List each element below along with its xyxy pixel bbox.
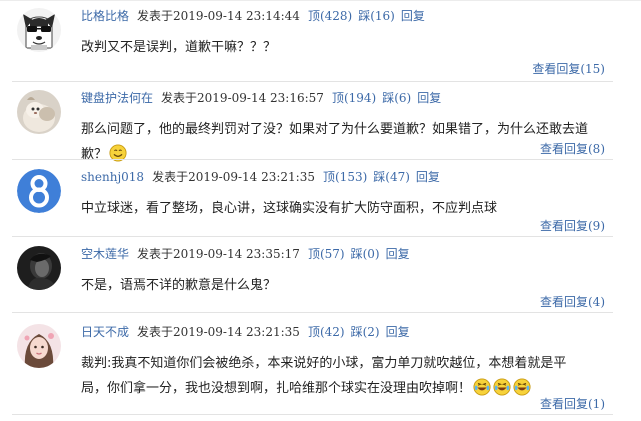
comment-text: 中立球迷，看了整场，良心讲，这球确实没有扩大防守面积，不应判点球 xyxy=(81,196,591,221)
comment-item: 日天不成 发表于2019-09-14 23:21:35 顶(42) 踩(2) 回复 裁判… xyxy=(0,318,641,421)
comment-divider xyxy=(12,236,613,237)
comment-username[interactable]: shenhj018 xyxy=(81,170,144,184)
top-border xyxy=(0,0,641,1)
comment-timestamp: 2019-09-14 23:35:17 xyxy=(173,247,300,261)
reply-button[interactable]: 回复 xyxy=(401,9,425,23)
reply-button[interactable]: 回复 xyxy=(386,247,410,261)
comment-timestamp: 2019-09-14 23:21:35 xyxy=(188,170,315,184)
reply-button[interactable]: 回复 xyxy=(416,170,440,184)
view-replies-link[interactable]: 查看回复(15) xyxy=(532,61,605,77)
comment-meta: shenhj018 发表于2019-09-14 23:21:35 顶(153) 踩(4… xyxy=(81,168,440,186)
animal-photo-avatar-icon[interactable] xyxy=(17,90,61,134)
husky-avatar-icon[interactable] xyxy=(17,8,61,52)
upvote-button[interactable]: 顶(194) xyxy=(332,91,376,105)
view-replies-link[interactable]: 查看回复(4) xyxy=(540,294,605,310)
comment-divider xyxy=(12,312,613,313)
downvote-button[interactable]: 踩(2) xyxy=(351,325,380,339)
posted-at-label: 发表于 xyxy=(137,9,174,23)
upvote-button[interactable]: 顶(57) xyxy=(308,247,345,261)
comment-divider xyxy=(12,81,613,82)
comment-timestamp: 2019-09-14 23:21:35 xyxy=(173,325,300,339)
comment-username[interactable]: 键盘护法何在 xyxy=(81,91,153,105)
upvote-button[interactable]: 顶(153) xyxy=(323,170,367,184)
number-eight-avatar-icon[interactable] xyxy=(17,169,61,213)
laugh-cry-emoji-icon xyxy=(473,378,491,396)
comment-meta: 键盘护法何在 发表于2019-09-14 23:16:57 顶(194) 踩(6) 回复 xyxy=(81,89,441,107)
downvote-button[interactable]: 踩(47) xyxy=(373,170,410,184)
comment-timestamp: 2019-09-14 23:16:57 xyxy=(197,91,324,105)
comment-item: 比格比格 发表于2019-09-14 23:14:44 顶(428) 踩(16) 回复 … xyxy=(0,2,641,84)
comment-timestamp: 2019-09-14 23:14:44 xyxy=(173,9,300,23)
comment-item: 空木莲华 发表于2019-09-14 23:35:17 顶(57) 踩(0) 回复 不是… xyxy=(0,240,641,316)
comment-divider xyxy=(12,414,613,415)
upvote-button[interactable]: 顶(428) xyxy=(308,9,352,23)
comment-text-body: 中立球迷，看了整场，良心讲，这球确实没有扩大防守面积，不应判点球 xyxy=(81,201,498,216)
comment-username[interactable]: 比格比格 xyxy=(81,9,129,23)
downvote-button[interactable]: 踩(16) xyxy=(358,9,395,23)
posted-at-label: 发表于 xyxy=(161,91,198,105)
laugh-cry-emoji-icon xyxy=(493,378,511,396)
downvote-button[interactable]: 踩(6) xyxy=(382,91,411,105)
comment-text-body: 那么问题了，他的最终判罚对了没？如果对了为什么要道歉？如果错了，为什么还敢去道歉… xyxy=(81,122,589,162)
comment-item: shenhj018 发表于2019-09-14 23:21:35 顶(153) 踩(4… xyxy=(0,163,641,239)
view-replies-link[interactable]: 查看回复(9) xyxy=(540,218,605,234)
comment-text: 不是，语焉不详的歉意是什么鬼？ xyxy=(81,273,591,298)
reply-button[interactable]: 回复 xyxy=(386,325,410,339)
comment-username[interactable]: 日天不成 xyxy=(81,325,129,339)
comment-meta: 日天不成 发表于2019-09-14 23:21:35 顶(42) 踩(2) 回复 xyxy=(81,323,410,341)
girl-portrait-avatar-icon[interactable] xyxy=(17,324,61,368)
comment-meta: 空木莲华 发表于2019-09-14 23:35:17 顶(57) 踩(0) 回复 xyxy=(81,245,410,263)
downvote-button[interactable]: 踩(0) xyxy=(351,247,380,261)
posted-at-label: 发表于 xyxy=(152,170,189,184)
comment-meta: 比格比格 发表于2019-09-14 23:14:44 顶(428) 踩(16) 回复 xyxy=(81,7,425,25)
view-replies-link[interactable]: 查看回复(1) xyxy=(540,396,605,412)
upvote-button[interactable]: 顶(42) xyxy=(308,325,345,339)
comment-text-body: 不是，语焉不详的歉意是什么鬼？ xyxy=(81,278,277,293)
dark-portrait-avatar-icon[interactable] xyxy=(17,246,61,290)
view-replies-link[interactable]: 查看回复(8) xyxy=(540,141,605,157)
posted-at-label: 发表于 xyxy=(137,247,174,261)
comment-username[interactable]: 空木莲华 xyxy=(81,247,129,261)
laugh-cry-emoji-icon xyxy=(513,378,531,396)
posted-at-label: 发表于 xyxy=(137,325,174,339)
comment-item: 键盘护法何在 发表于2019-09-14 23:16:57 顶(194) 踩(6) 回复… xyxy=(0,84,641,162)
comment-text: 改判又不是误判，道歉干嘛？？？ xyxy=(81,35,591,60)
comment-text: 裁判:我真不知道你们会被绝杀，本来说好的小球，富力单刀就吹越位，本想着就是平局，… xyxy=(81,351,581,401)
comment-divider xyxy=(12,159,613,160)
comment-text-body: 改判又不是误判，道歉干嘛？？？ xyxy=(81,40,277,55)
reply-button[interactable]: 回复 xyxy=(417,91,441,105)
